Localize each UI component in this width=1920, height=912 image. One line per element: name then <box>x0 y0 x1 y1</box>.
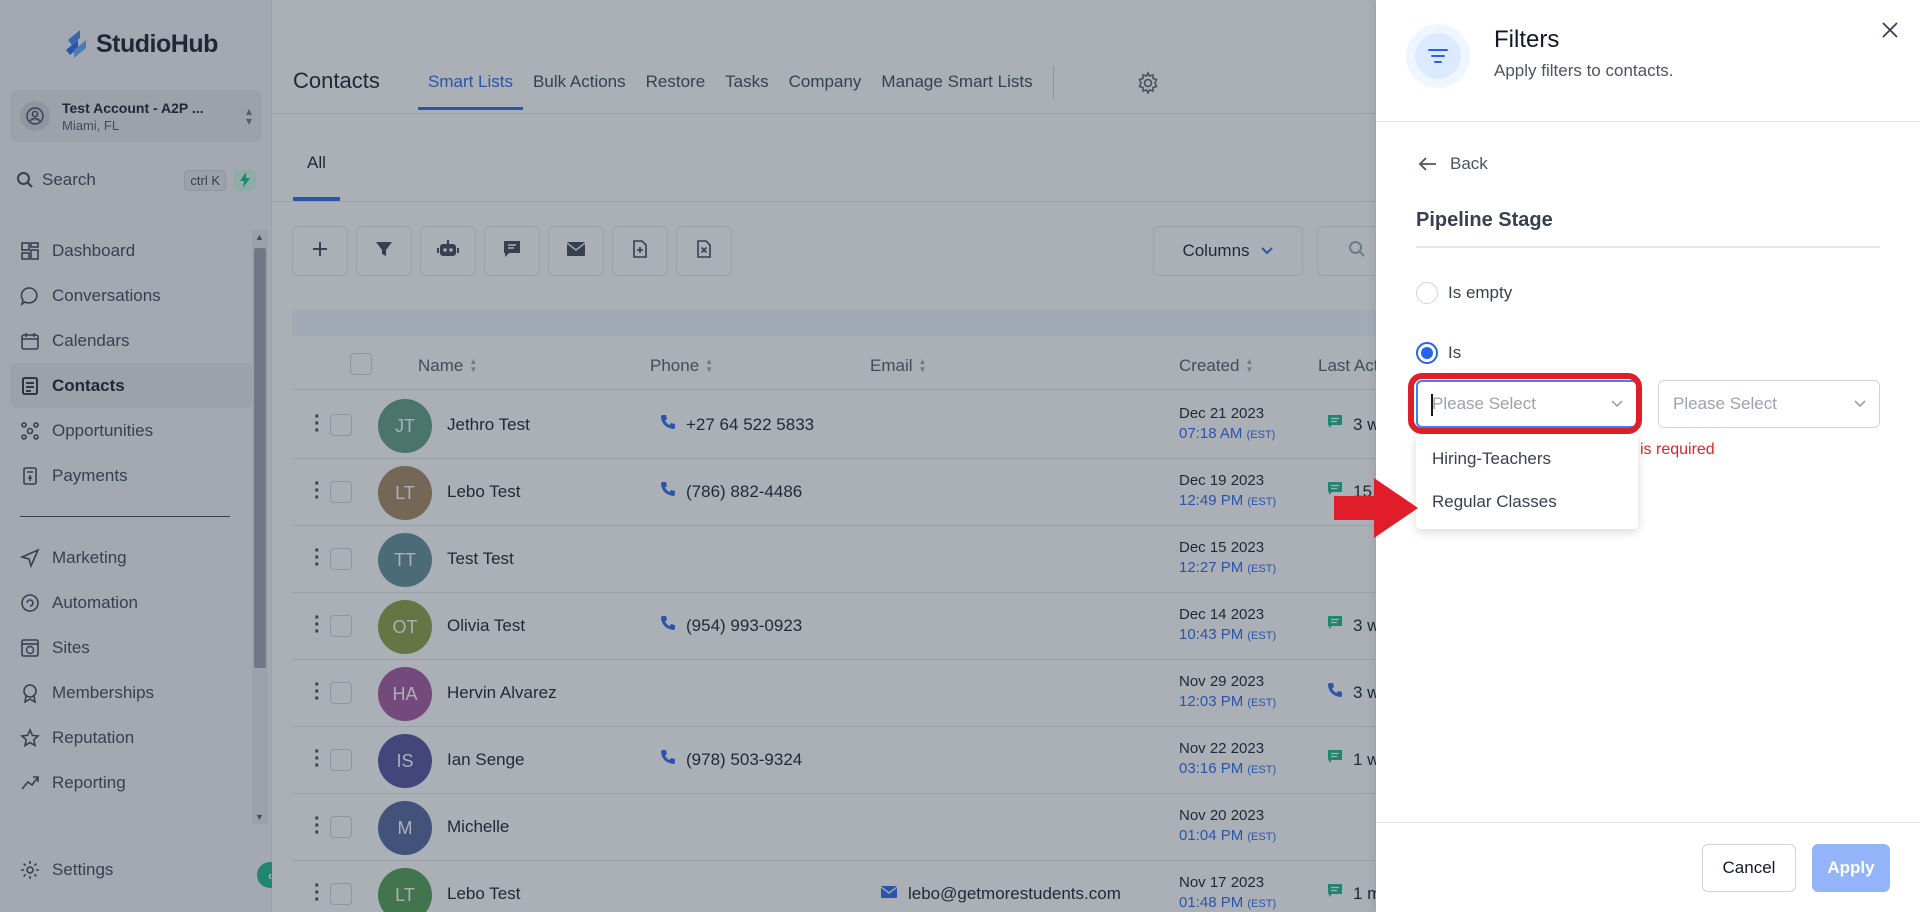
close-icon[interactable] <box>1880 20 1900 45</box>
highlight-box <box>1408 373 1642 434</box>
back-label: Back <box>1450 154 1488 173</box>
filters-title: Filters <box>1494 26 1560 53</box>
dropdown-option[interactable]: Regular Classes <box>1416 480 1638 523</box>
validation-error: is required <box>1640 441 1715 458</box>
apply-button[interactable]: Apply <box>1812 844 1890 892</box>
filters-footer: Cancel Apply <box>1376 822 1920 912</box>
radio-is[interactable] <box>1416 342 1438 364</box>
stage-select[interactable]: Please Select <box>1658 380 1880 428</box>
section-divider <box>1416 246 1880 248</box>
arrow-left-icon <box>1418 157 1436 171</box>
filters-header: Filters Apply filters to contacts. <box>1376 0 1920 122</box>
option-label: Is empty <box>1448 283 1513 302</box>
radio-is-empty[interactable] <box>1416 282 1438 304</box>
modal-backdrop[interactable] <box>0 0 1376 912</box>
option-is-empty[interactable]: Is empty <box>1416 282 1512 304</box>
dropdown-option[interactable]: Hiring-Teachers <box>1416 437 1638 480</box>
arrow-right-icon <box>1334 478 1418 543</box>
filters-subtitle: Apply filters to contacts. <box>1494 61 1674 80</box>
select-placeholder: Please Select <box>1673 394 1777 413</box>
filter-lines-icon <box>1406 24 1470 88</box>
pipeline-dropdown: Hiring-Teachers Regular Classes <box>1416 433 1638 529</box>
filter-section-title: Pipeline Stage <box>1416 209 1553 231</box>
option-label: Is <box>1448 343 1462 362</box>
back-button[interactable]: Back <box>1418 154 1488 174</box>
cancel-button[interactable]: Cancel <box>1702 844 1796 892</box>
option-is[interactable]: Is <box>1416 342 1461 364</box>
filters-panel: Filters Apply filters to contacts. Back … <box>1376 0 1920 912</box>
chevron-down-icon <box>1853 394 1867 414</box>
